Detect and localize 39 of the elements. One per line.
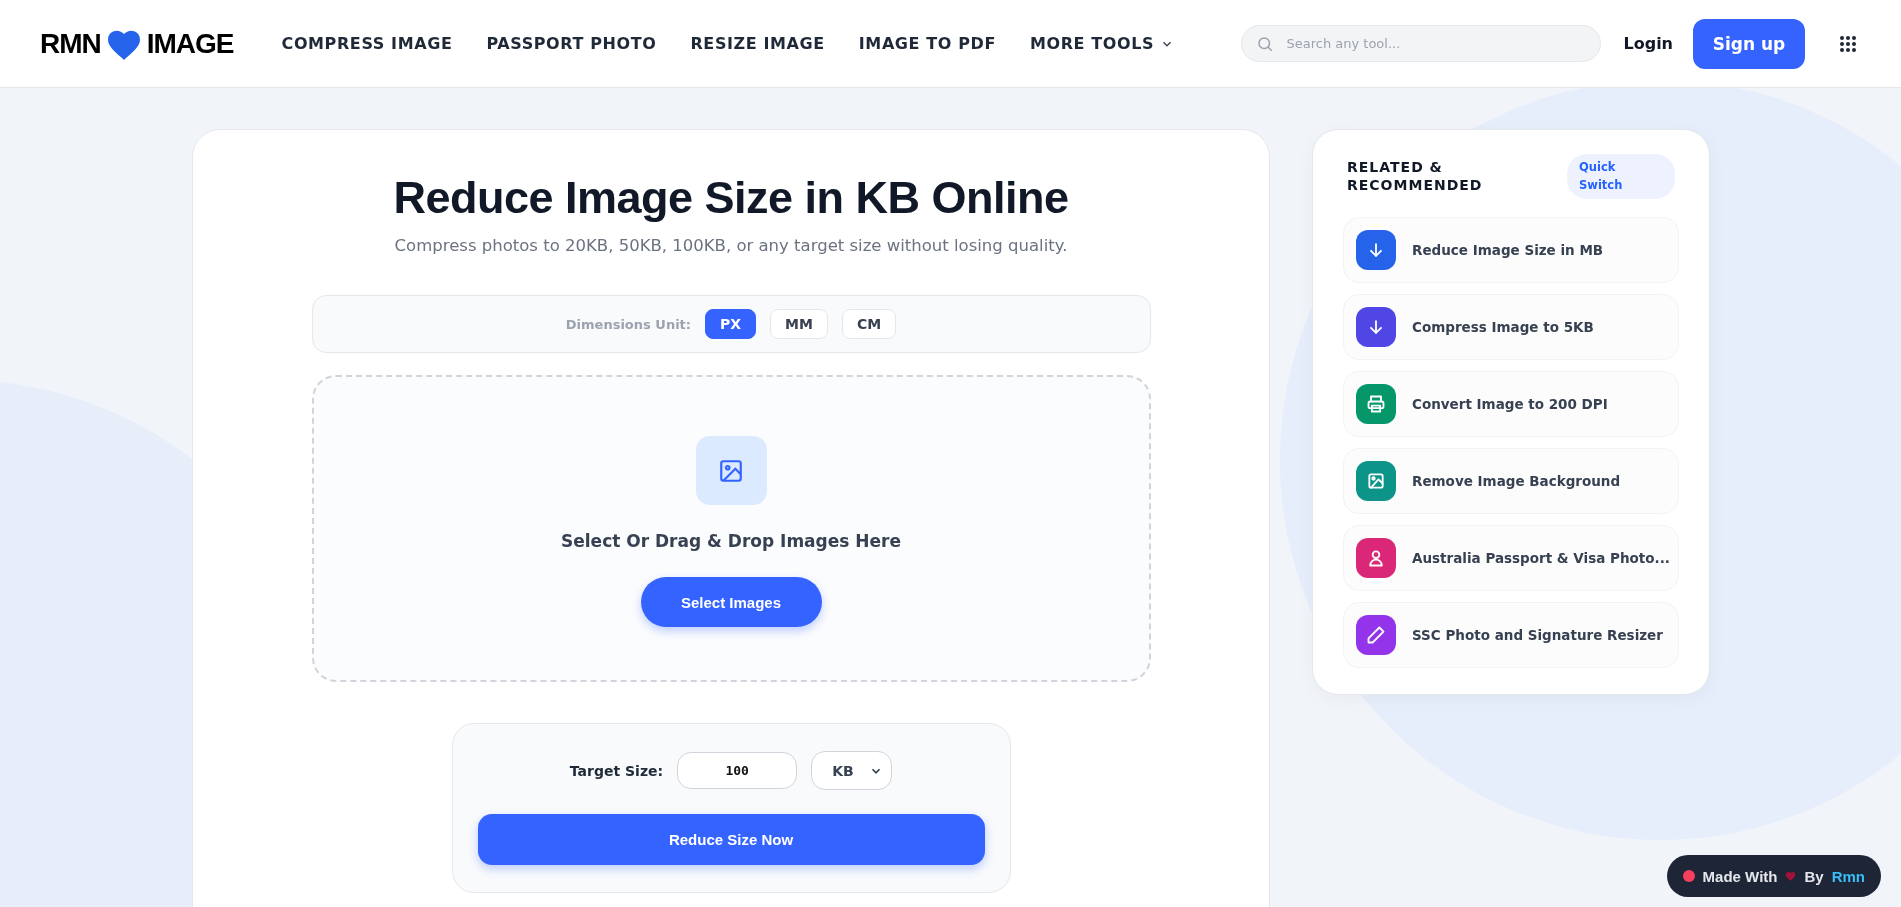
page-title: Reduce Image Size in KB Online [393,172,1069,224]
author-link[interactable]: Rmn [1831,867,1865,885]
unit-option[interactable]: CM [841,309,897,339]
nav-link[interactable]: PASSPORT PHOTO [486,34,657,53]
unit-option[interactable]: MM [770,309,828,339]
related-tool-item[interactable]: Convert Image to 200 DPI [1343,370,1679,437]
login-link[interactable]: Login [1623,34,1673,53]
related-tool-item[interactable]: Reduce Image Size in MB [1343,216,1679,283]
target-size-label: Target Size: [569,762,664,779]
logo-text: RMN [40,27,101,60]
search-field[interactable]: Search any tool... [1241,25,1602,62]
panel-title: RELATED & RECOMMENDED [1347,157,1484,196]
unit-option[interactable]: PX [705,309,757,339]
image-icon [695,436,767,505]
nav-link[interactable]: RESIZE IMAGE [690,34,825,53]
target-size-input[interactable]: 100 [677,752,798,789]
badge-text: Made With [1702,867,1778,885]
search-input[interactable]: Search any tool... [1284,35,1587,52]
reduce-size-button[interactable]: Reduce Size Now [477,814,985,865]
related-tool-item[interactable]: SSC Photo and Signature Resizer [1343,601,1679,668]
heart-icon [1785,871,1797,881]
nav-link[interactable]: COMPRESS IMAGE [281,34,453,53]
nav-link[interactable]: IMAGE TO PDF [858,34,996,53]
logo-text: IMAGE [146,27,234,60]
unit-dropdown[interactable]: KB [811,751,893,790]
quick-switch-tag: Quick Switch [1567,154,1675,199]
badge-text: By [1804,867,1824,885]
unit-label: Dimensions Unit: [565,316,691,332]
related-tool-item[interactable]: Remove Image Background [1343,447,1679,514]
related-tool-item[interactable]: Compress Image to 5KB [1343,293,1679,360]
related-tool-item[interactable]: Australia Passport & Visa Photo... [1343,524,1679,591]
select-images-button[interactable]: Select Images [640,577,822,627]
page-subtitle: Compress photos to 20KB, 50KB, 100KB, or any target size without losing quality. [394,236,1068,255]
search-icon [1256,34,1275,53]
nav-link[interactable]: MORE TOOLS [1029,34,1175,53]
drop-zone[interactable]: Select Or Drag & Drop Images Here Select Images [311,375,1151,682]
status-dot-icon [1682,870,1695,882]
drop-instruction: Select Or Drag & Drop Images Here [561,531,901,551]
signup-button[interactable]: Sign up [1693,18,1805,69]
